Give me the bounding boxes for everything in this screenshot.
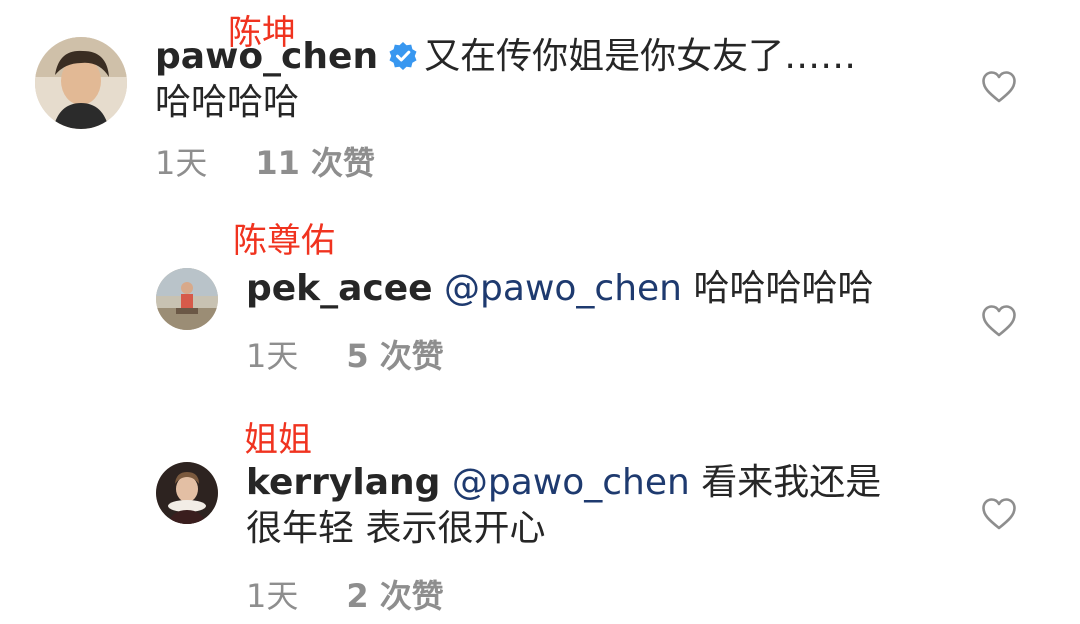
heart-outline-icon[interactable] — [981, 70, 1017, 104]
avatar[interactable] — [156, 462, 218, 524]
annotation-label: 姐姐 — [244, 420, 312, 460]
comment-text: pawo_chen 又在传你姐是你女友了…… 哈哈哈哈 — [155, 34, 935, 126]
comment-meta: 1天 11 次赞 — [155, 143, 375, 183]
avatar[interactable] — [156, 268, 218, 330]
comment-text: pek_acee @pawo_chen 哈哈哈哈哈 — [246, 266, 946, 312]
comment-text-line1: 看来我还是 — [701, 462, 882, 503]
avatar-photo-pek-acee — [156, 268, 218, 330]
username[interactable]: pawo_chen — [155, 36, 378, 77]
verified-badge-icon — [388, 37, 418, 70]
mention-link[interactable]: @pawo_chen — [444, 268, 682, 309]
comment-text-line2: 哈哈哈哈 — [155, 82, 300, 123]
avatar-photo-pawo-chen — [35, 37, 127, 129]
timestamp: 1天 — [246, 577, 299, 615]
heart-outline-icon[interactable] — [981, 304, 1017, 338]
comment-text-line1: 又在传你姐是你女友了…… — [424, 36, 857, 77]
like-count[interactable]: 2 次赞 — [346, 577, 443, 615]
comment-meta: 1天 2 次赞 — [246, 576, 444, 616]
timestamp: 1天 — [155, 144, 208, 182]
username[interactable]: kerrylang — [246, 462, 440, 503]
username[interactable]: pek_acee — [246, 268, 433, 309]
like-count[interactable]: 11 次赞 — [255, 144, 375, 182]
comment-text-line1: 哈哈哈哈哈 — [693, 268, 874, 309]
avatar-photo-kerrylang — [156, 462, 218, 524]
comment-text-line2: 很年轻 表示很开心 — [246, 508, 546, 549]
comment-text: kerrylang @pawo_chen 看来我还是 很年轻 表示很开心 — [246, 460, 946, 552]
heart-outline-icon[interactable] — [981, 497, 1017, 531]
annotation-label: 陈尊佑 — [233, 221, 335, 261]
mention-link[interactable]: @pawo_chen — [452, 462, 690, 503]
like-count[interactable]: 5 次赞 — [346, 337, 443, 375]
avatar[interactable] — [35, 37, 127, 129]
timestamp: 1天 — [246, 337, 299, 375]
comment-meta: 1天 5 次赞 — [246, 336, 444, 376]
